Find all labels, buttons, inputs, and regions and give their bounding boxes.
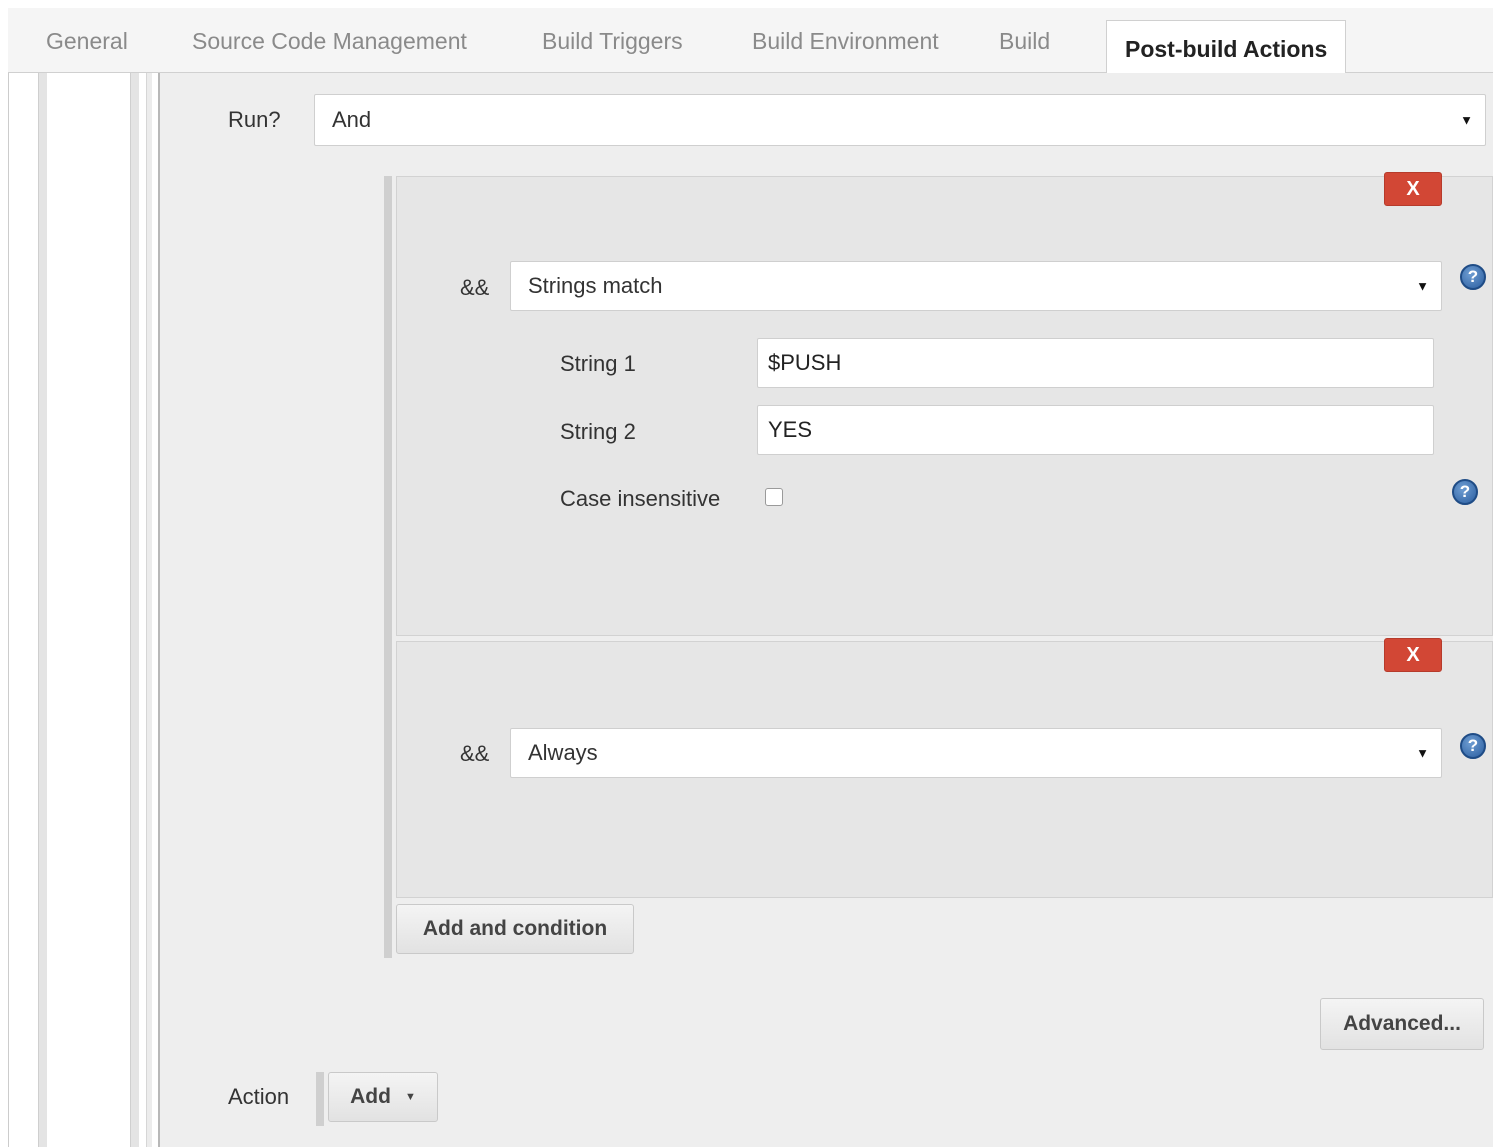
help-icon[interactable]: ?: [1452, 479, 1478, 505]
add-action-label: Add: [350, 1085, 391, 1108]
tab-source-code-management[interactable]: Source Code Management: [174, 22, 485, 74]
string2-input[interactable]: [757, 405, 1434, 455]
string2-label: String 2: [560, 419, 636, 444]
run-select-value: And: [332, 107, 372, 132]
condition-operator: &&: [460, 741, 490, 766]
tab-bar: General Source Code Management Build Tri…: [8, 8, 1493, 82]
nesting-bar: [38, 73, 47, 1147]
string1-label: String 1: [560, 351, 636, 376]
tab-build-environment[interactable]: Build Environment: [734, 22, 957, 74]
condition-operator: &&: [460, 275, 490, 300]
condition-type-select[interactable]: Strings match ▼: [510, 261, 1442, 311]
help-icon[interactable]: ?: [1460, 733, 1486, 759]
tab-general[interactable]: General: [28, 22, 146, 74]
action-label: Action: [228, 1084, 290, 1109]
tab-build[interactable]: Build: [981, 22, 1068, 74]
help-icon[interactable]: ?: [1460, 264, 1486, 290]
add-action-button[interactable]: Add ▼: [328, 1072, 438, 1122]
add-and-condition-button[interactable]: Add and condition: [396, 904, 634, 954]
case-insensitive-checkbox[interactable]: [765, 488, 783, 506]
case-insensitive-label: Case insensitive: [560, 486, 721, 511]
condition-group-bar: [384, 176, 392, 958]
condition-type-select[interactable]: Always ▼: [510, 728, 1442, 778]
caret-down-icon: ▼: [1416, 278, 1429, 294]
action-bar: [316, 1072, 324, 1126]
string1-input[interactable]: [757, 338, 1434, 388]
advanced-button[interactable]: Advanced...: [1320, 998, 1484, 1050]
tab-build-triggers[interactable]: Build Triggers: [524, 22, 701, 74]
caret-down-icon: ▼: [1460, 112, 1473, 128]
condition-type-value: Always: [528, 740, 598, 765]
nesting-bar: [146, 73, 152, 1147]
remove-condition-button[interactable]: X: [1384, 638, 1442, 672]
nesting-bar: [130, 73, 139, 1147]
caret-down-icon: ▼: [1416, 745, 1429, 761]
run-label: Run?: [228, 107, 281, 132]
run-select[interactable]: And ▼: [314, 94, 1486, 146]
remove-condition-button[interactable]: X: [1384, 172, 1442, 206]
condition-type-value: Strings match: [528, 273, 663, 298]
caret-down-icon: ▼: [404, 1091, 416, 1103]
nesting-line: [8, 73, 9, 1147]
